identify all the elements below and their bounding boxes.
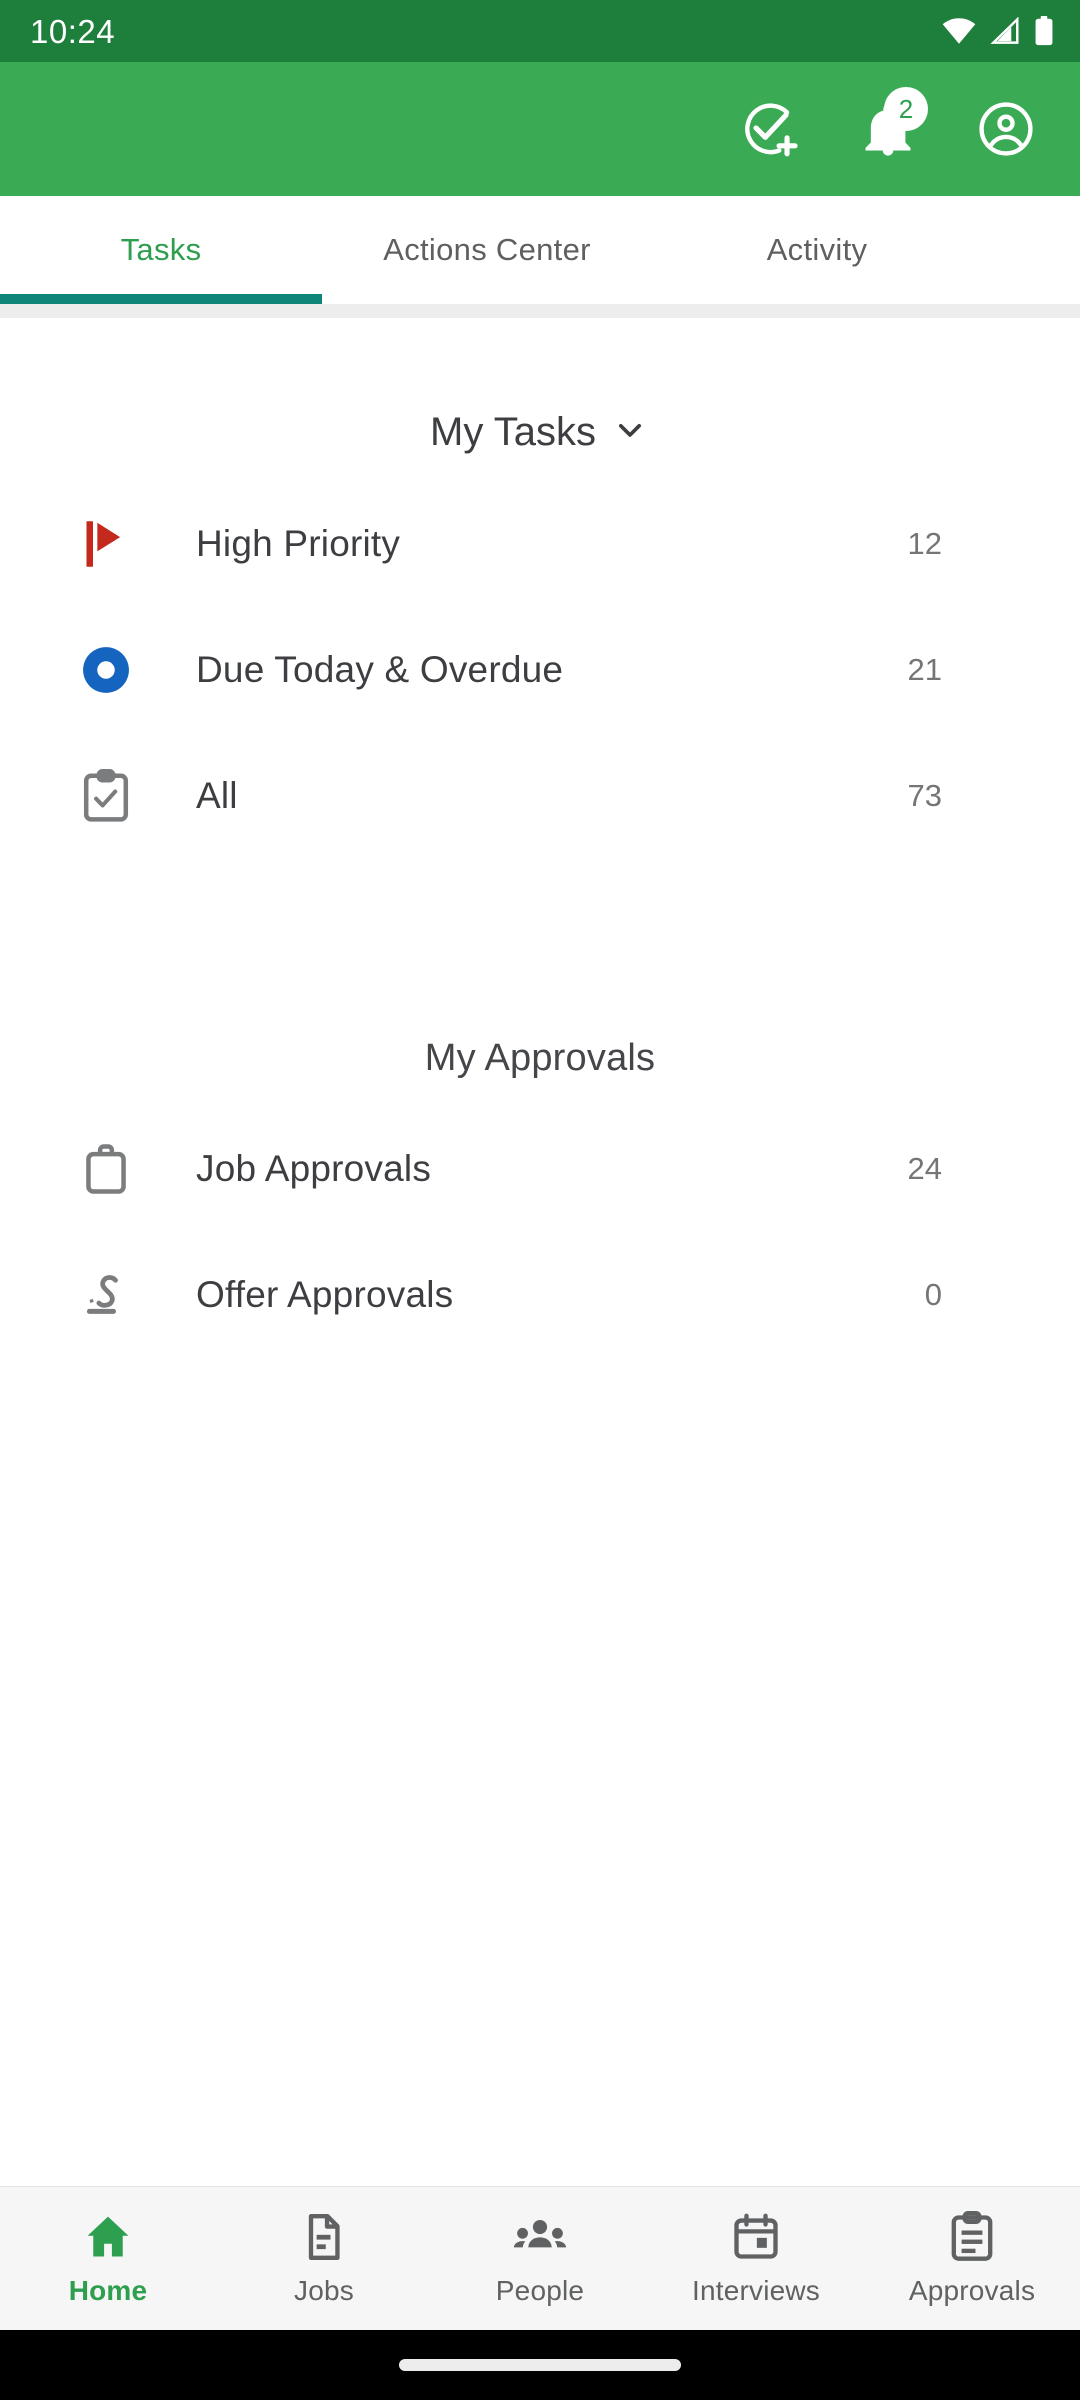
my-tasks-header[interactable]: My Tasks [0,410,1080,455]
approval-row-offer-approvals[interactable]: Offer Approvals 0 [0,1232,1080,1358]
clipboard-check-icon [78,768,134,824]
donut-circle-icon [78,642,134,698]
calendar-icon [730,2211,782,2263]
tab-bar-divider [0,304,1080,318]
app-bar: 2 [0,62,1080,196]
task-row-due-today-overdue[interactable]: Due Today & Overdue 21 [0,607,1080,733]
content-area: My Tasks High Priority 12 Due Today & Ov… [0,318,1080,2186]
account-icon [979,102,1033,156]
bottom-navigation: Home Jobs People Interviews Approvals [0,2186,1080,2330]
my-approvals-title: My Approvals [424,1037,656,1079]
phone-screen: 10:24 2 Tasks Actions Center Activity My… [0,0,1080,2400]
status-icons [942,16,1054,46]
gesture-navigation-bar [0,2330,1080,2400]
account-button[interactable] [970,93,1042,165]
notifications-button[interactable]: 2 [852,87,928,165]
add-task-icon [745,103,798,157]
gesture-pill[interactable] [399,2359,681,2371]
approval-row-job-approvals[interactable]: Job Approvals 24 [0,1106,1080,1232]
home-icon [82,2211,134,2263]
status-clock: 10:24 [30,12,116,50]
approval-row-count: 24 [907,1151,942,1186]
task-row-count: 73 [907,778,942,813]
flag-icon [78,516,134,572]
nav-item-approvals[interactable]: Approvals [864,2210,1080,2307]
tab-actions-center[interactable]: Actions Center [322,196,652,304]
nav-item-people[interactable]: People [432,2211,648,2307]
cellular-signal-icon [990,17,1020,45]
signature-icon [78,1267,134,1323]
task-row-count: 21 [907,652,942,687]
wifi-icon [942,18,976,44]
approval-row-label: Offer Approvals [196,1274,454,1315]
approval-row-label: Job Approvals [196,1148,432,1189]
tab-bar: Tasks Actions Center Activity [0,196,1080,304]
approval-row-count: 0 [924,1277,942,1312]
document-icon [298,2211,350,2263]
tab-activity-label: Activity [766,232,868,267]
nav-item-interviews-label: Interviews [691,2274,821,2306]
people-icon [513,2211,567,2263]
add-task-button[interactable] [734,93,806,165]
chevron-down-icon[interactable] [610,410,650,455]
tab-tasks[interactable]: Tasks [0,196,322,304]
task-row-count: 12 [907,526,942,561]
tab-tasks-label: Tasks [120,232,202,267]
task-row-label: Due Today & Overdue [196,649,564,690]
briefcase-icon [78,1141,134,1197]
nav-item-approvals-label: Approvals [908,2274,1036,2306]
task-row-label: High Priority [196,523,401,564]
nav-item-people-label: People [495,2274,585,2306]
tab-activity[interactable]: Activity [652,196,982,304]
task-row-label: All [196,775,238,816]
my-tasks-list: High Priority 12 Due Today & Overdue 21 [0,481,1080,859]
my-tasks-title: My Tasks [430,410,596,454]
nav-item-interviews[interactable]: Interviews [648,2211,864,2307]
clipboard-icon [947,2210,997,2263]
app-bar-actions: 2 [734,87,1042,165]
notification-badge: 2 [884,87,928,131]
status-bar: 10:24 [0,0,1080,62]
nav-item-jobs-label: Jobs [294,2274,354,2306]
nav-item-home-label: Home [68,2274,148,2306]
my-approvals-list: Job Approvals 24 Offer Approvals 0 [0,1106,1080,1358]
task-row-high-priority[interactable]: High Priority 12 [0,481,1080,607]
nav-item-jobs[interactable]: Jobs [216,2211,432,2307]
task-row-all[interactable]: All 73 [0,733,1080,859]
battery-icon [1034,16,1054,46]
tab-actions-center-label: Actions Center [383,232,591,267]
nav-item-home[interactable]: Home [0,2211,216,2307]
